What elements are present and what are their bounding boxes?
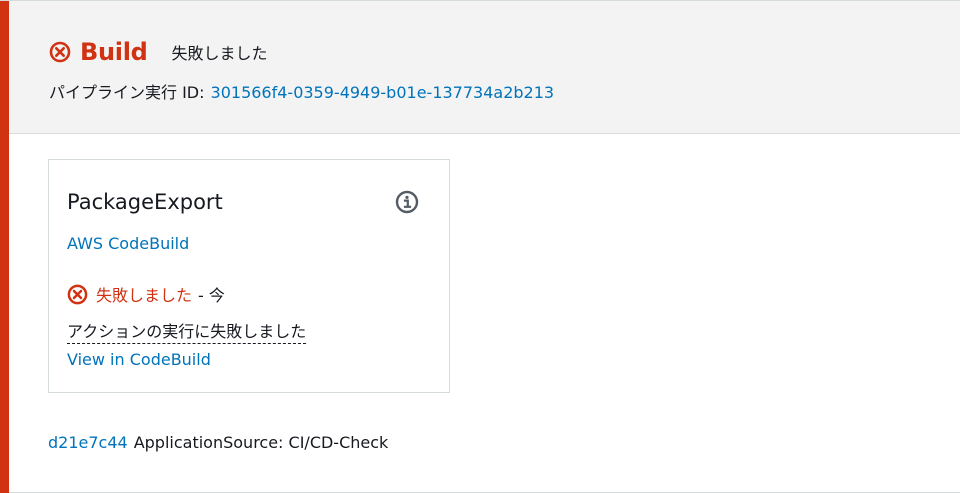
stage-title-row: Build 失敗しました: [49, 38, 268, 66]
action-provider-link[interactable]: AWS CodeBuild: [67, 234, 189, 253]
stage-failed-indicator-bar: [0, 1, 9, 493]
error-circle-icon: [67, 284, 88, 304]
pipeline-stage: Build 失敗しました パイプライン実行 ID: 301566f4-0359-4…: [0, 0, 960, 493]
view-in-codebuild-link[interactable]: View in CodeBuild: [67, 350, 211, 369]
action-card: PackageExport AWS CodeBuild 失敗しました - 今 ア…: [48, 159, 450, 393]
stage-status-text: 失敗しました: [171, 44, 268, 63]
execution-id-row: パイプライン実行 ID: 301566f4-0359-4949-b01e-1377…: [49, 79, 554, 103]
error-circle-icon: [49, 41, 71, 63]
action-error-details[interactable]: アクションの実行に失敗しました: [67, 318, 307, 344]
execution-id-link[interactable]: 301566f4-0359-4949-b01e-137734a2b213: [211, 83, 555, 102]
info-icon[interactable]: [395, 190, 419, 214]
stage-name: Build: [80, 38, 148, 66]
action-name: PackageExport: [67, 190, 223, 214]
source-revision-text: ApplicationSource: CI/CD-Check: [133, 433, 389, 452]
action-status-time: - 今: [198, 286, 225, 305]
action-status-text: 失敗しました: [96, 286, 193, 305]
action-status-row: 失敗しました - 今: [67, 282, 225, 306]
stage-header: Build 失敗しました パイプライン実行 ID: 301566f4-0359-4…: [9, 1, 960, 134]
commit-id-link[interactable]: d21e7c44: [48, 433, 128, 452]
source-revision-row: d21e7c44 ApplicationSource: CI/CD-Check: [48, 433, 388, 452]
execution-id-label: パイプライン実行 ID:: [49, 83, 205, 102]
